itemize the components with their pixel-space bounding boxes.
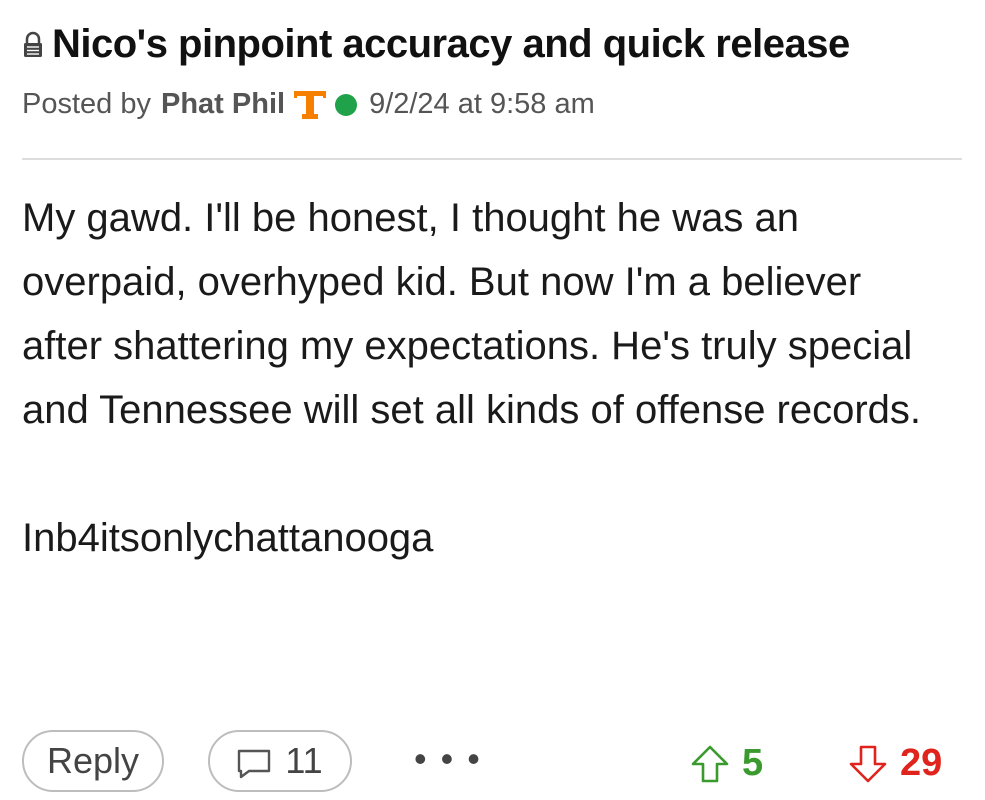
post-signoff: Inb4itsonlychattanooga bbox=[22, 516, 434, 560]
more-options-button[interactable]: • • • bbox=[414, 738, 482, 780]
upvote-count: 5 bbox=[742, 742, 764, 784]
post-timestamp: 9/2/24 at 9:58 am bbox=[369, 88, 595, 120]
author-name[interactable]: Phat Phil bbox=[161, 88, 285, 121]
lock-icon bbox=[22, 31, 44, 59]
header-divider bbox=[22, 158, 962, 160]
post-body: My gawd. I'll be honest, I thought he wa… bbox=[22, 186, 952, 570]
reply-button-label: Reply bbox=[46, 740, 140, 781]
team-logo-icon bbox=[293, 90, 327, 120]
post-title-row: Nico's pinpoint accuracy and quick relea… bbox=[22, 22, 850, 67]
forum-post: Nico's pinpoint accuracy and quick relea… bbox=[0, 0, 985, 800]
post-meta: Posted by Phat Phil 9/2/24 at 9:58 am bbox=[22, 88, 595, 121]
downvote-button[interactable]: 29 bbox=[848, 742, 942, 785]
comments-button[interactable]: 11 bbox=[208, 730, 352, 792]
downvote-count: 29 bbox=[900, 742, 943, 784]
downvote-arrow-icon bbox=[849, 745, 887, 782]
upvote-button[interactable]: 5 bbox=[690, 742, 763, 785]
post-actions: Reply 11 • • • 5 29 bbox=[22, 730, 962, 796]
post-body-paragraph: My gawd. I'll be honest, I thought he wa… bbox=[22, 196, 922, 432]
upvote-arrow-icon bbox=[691, 745, 729, 782]
post-title: Nico's pinpoint accuracy and quick relea… bbox=[52, 22, 850, 66]
comment-icon bbox=[237, 746, 271, 779]
comment-count: 11 bbox=[285, 740, 323, 781]
reply-button[interactable]: Reply bbox=[22, 730, 164, 792]
posted-by-label: Posted by bbox=[22, 88, 151, 120]
online-status-icon bbox=[335, 93, 358, 116]
